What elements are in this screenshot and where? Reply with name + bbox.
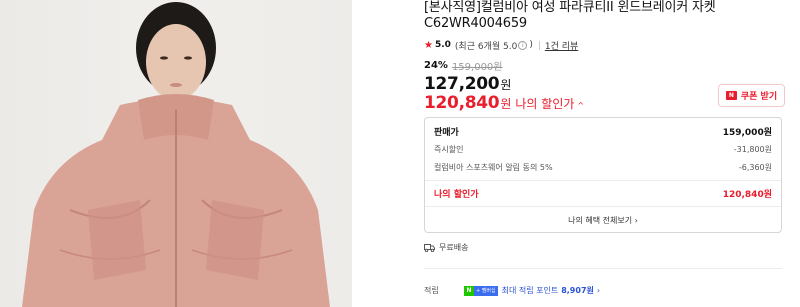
breakdown-label: 판매가 <box>434 128 459 138</box>
truck-icon <box>424 243 435 252</box>
breakdown-total-value: 120,840원 <box>722 190 772 200</box>
naver-membership-badge: N + 멤버십 <box>464 285 498 296</box>
breakdown-row-instant-discount: 즉시할인 -31,800원 <box>434 144 772 155</box>
section-divider <box>424 268 782 269</box>
my-price-row[interactable]: 120,840 원 나의 할인가 ^ <box>424 93 584 113</box>
breakdown-value: 159,000원 <box>722 128 772 138</box>
breakdown-divider <box>425 180 781 181</box>
points-text: 최대 적립 포인트 <box>501 286 559 295</box>
points-value: 8,907원 <box>561 286 594 295</box>
breakdown-row-alert-discount: 컬럼비아 스포츠웨어 알림 동의 5% -6,360원 <box>434 162 772 173</box>
rating-divider <box>538 40 540 50</box>
review-link[interactable]: 1건 리뷰 <box>545 39 578 52</box>
coupon-button[interactable]: N 쿠폰 받기 <box>718 84 785 107</box>
breakdown-label: 즉시할인 <box>434 145 464 154</box>
breakdown-row-my-price: 나의 할인가 120,840원 <box>434 187 772 200</box>
points-row[interactable]: 적립 N + 멤버십 최대 적립 포인트 8,907원 › <box>424 285 600 296</box>
my-price-label: 나의 할인가 <box>515 97 575 111</box>
sale-price-row: 127,200 원 <box>424 74 511 94</box>
delivery-label: 무료배송 <box>439 243 469 252</box>
breakdown-total-label: 나의 할인가 <box>434 190 479 200</box>
product-code: C62WR4004659 <box>424 16 528 31</box>
info-icon[interactable]: i <box>518 40 528 50</box>
chevron-right-icon[interactable]: › <box>597 286 600 295</box>
price-breakdown-box: 판매가 159,000원 즉시할인 -31,800원 컬럼비아 스포츠웨어 알림… <box>424 117 782 233</box>
rating-period: (최근 6개월 5.0 <box>454 41 518 52</box>
breakdown-value: -31,800원 <box>733 145 772 154</box>
sale-price-unit: 원 <box>500 78 512 92</box>
view-all-benefits-link[interactable]: 나의 혜택 전체보기 › <box>425 215 781 226</box>
sale-price: 127,200 <box>424 74 500 94</box>
rating-row: ★ 5.0 (최근 6개월 5.0 i ) 1건 리뷰 <box>424 38 578 52</box>
product-image[interactable] <box>0 0 352 307</box>
star-icon: ★ <box>424 39 433 51</box>
my-price-unit: 원 <box>500 97 512 111</box>
breakdown-row-list-price: 판매가 159,000원 <box>434 125 772 138</box>
product-title: [본사직영]컬럼비아 여성 파라큐티II 윈드브레이커 자켓 <box>424 0 716 15</box>
chevron-up-icon[interactable]: ^ <box>577 101 584 110</box>
breakdown-divider <box>425 206 781 207</box>
discount-percent: 24% <box>424 60 448 71</box>
rating-score: 5.0 <box>434 40 451 50</box>
my-price: 120,840 <box>424 93 500 113</box>
breakdown-label: 컬럼비아 스포츠웨어 알림 동의 5% <box>434 163 553 172</box>
rating-period-close: ) <box>529 40 533 50</box>
delivery-row: 무료배송 <box>424 242 468 253</box>
coupon-icon: N <box>725 91 737 100</box>
naver-n-icon: N <box>464 285 474 296</box>
points-label: 적립 <box>424 286 439 295</box>
membership-icon: + 멤버십 <box>474 285 498 296</box>
product-info-panel: [본사직영]컬럼비아 여성 파라큐티II 윈드브레이커 자켓 C62WR4004… <box>424 0 790 307</box>
model-wearing-jacket-image <box>22 2 330 307</box>
discount-row: 24% 159,000원 <box>424 58 503 73</box>
original-price: 159,000원 <box>451 62 503 73</box>
breakdown-value: -6,360원 <box>738 163 772 172</box>
coupon-button-label: 쿠폰 받기 <box>740 92 778 102</box>
